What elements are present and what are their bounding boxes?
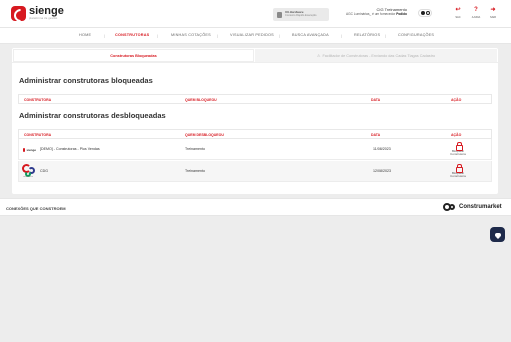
cdg-logo-subtext: construtora xyxy=(23,176,34,178)
user-company-highlight: Podido xyxy=(396,11,407,16)
blocked-section-title: Administrar construtoras bloqueadas xyxy=(19,76,153,85)
help-label: AJUDA xyxy=(471,16,481,19)
builder-logo: construtora xyxy=(22,164,38,178)
sac-icon: ↩ xyxy=(455,7,461,13)
nav-busca-avancada[interactable]: BUSCA AVANÇADA xyxy=(292,33,329,37)
nav-separator: | xyxy=(157,33,159,38)
col-action: AÇÃO xyxy=(451,133,462,137)
col-date: DATA xyxy=(371,98,381,102)
table-row: construtora CDG Treinamento 12/08/2023 B… xyxy=(18,161,492,182)
footer: CONEXÕES QUE CONSTROEM Construmarket xyxy=(0,198,511,216)
chat-button[interactable] xyxy=(490,227,505,242)
main-nav: HOME | CONSTRUTORAS | MINHAS COTAÇÕES | … xyxy=(0,28,511,44)
sienge-mini-icon xyxy=(23,147,26,152)
sienge-logo[interactable]: sienge plataforma de gestão xyxy=(11,6,64,21)
col-date: DATA xyxy=(371,133,381,137)
col-builder: CONSTRUTORA xyxy=(24,98,52,102)
col-who-unblocked: QUEM DESBLOQUEOU xyxy=(185,133,224,137)
logout-icon: ➜ xyxy=(490,7,496,13)
toggle-dot-icon xyxy=(421,11,425,15)
sac-button[interactable]: ↩ SAC xyxy=(451,7,465,20)
unblocked-by: Treinamento xyxy=(185,147,206,151)
tabs: Construtoras Bloqueadas ⚠ Facilitador de… xyxy=(12,48,498,63)
logo-text: sienge xyxy=(29,5,64,17)
block-sublabel: Construtora xyxy=(450,174,466,179)
table-row: sienge [DEMO] - Construtoras - Plus Vend… xyxy=(18,139,492,160)
logout-label: SAIR xyxy=(489,16,497,19)
col-action: AÇÃO xyxy=(451,98,462,102)
construmarket-logo-icon xyxy=(443,203,457,211)
nav-construtoras[interactable]: CONSTRUTORAS xyxy=(115,33,149,37)
nav-separator: | xyxy=(217,33,219,38)
environment-badge[interactable]: Ult.Hardware Contexto Rápido Execução xyxy=(273,8,329,21)
construmarket-logo[interactable]: Construmarket xyxy=(443,203,502,211)
sac-label: SAC xyxy=(455,16,461,19)
tab-builder-facilitator[interactable]: ⚠ Facilitador de Construtoras - Enviando… xyxy=(255,49,497,62)
lock-icon xyxy=(455,142,463,151)
unblock-date: 11/08/2023 xyxy=(373,147,391,151)
unblocked-by: Treinamento xyxy=(185,169,206,173)
help-button[interactable]: ? AJUDA xyxy=(469,7,483,20)
user-company: AGC Luminárias_ é um fornecedor Podido xyxy=(346,11,407,17)
building-icon xyxy=(277,11,282,18)
toggle-ring-icon xyxy=(426,11,430,15)
nav-separator: | xyxy=(104,33,106,38)
top-bar: sienge plataforma de gestão Ult.Hardware… xyxy=(0,0,511,28)
nav-separator: | xyxy=(341,33,343,38)
user-company-prefix: AGC Luminárias_ é um fornecedor xyxy=(346,11,396,16)
lock-icon xyxy=(455,164,463,173)
sienge-mini-text: sienge xyxy=(26,147,36,152)
logo-subtitle: plataforma de gestão xyxy=(29,17,58,20)
nav-relatorios[interactable]: RELATÓRIOS xyxy=(354,33,380,37)
nav-separator: | xyxy=(385,33,387,38)
chat-bubble-icon xyxy=(494,232,501,239)
builder-name: CDG xyxy=(40,169,48,173)
block-builder-button[interactable]: Bloquear Construtora xyxy=(443,164,473,179)
builder-logo: sienge xyxy=(23,147,36,152)
warning-icon: ⚠ xyxy=(316,53,321,58)
nav-minhas-cotacoes[interactable]: MINHAS COTAÇÕES xyxy=(171,33,211,37)
unblocked-table-header: CONSTRUTORA QUEM DESBLOQUEOU DATA AÇÃO xyxy=(18,129,492,139)
sienge-mini-logo: sienge xyxy=(23,147,36,152)
nav-visualizar-pedidos[interactable]: VISUALIZAR PEDIDOS xyxy=(230,33,274,37)
environment-subtitle: Contexto Rápido Execução xyxy=(285,14,317,18)
unblock-date: 12/08/2023 xyxy=(373,169,391,173)
help-icon: ? xyxy=(474,7,478,13)
nav-separator: | xyxy=(279,33,281,38)
col-who-blocked: QUEM BLOQUEOU xyxy=(185,98,217,102)
nav-home[interactable]: HOME xyxy=(79,33,91,37)
construmarket-toggle[interactable] xyxy=(418,9,432,17)
sienge-logo-icon xyxy=(11,6,26,21)
footer-slogan: CONEXÕES QUE CONSTROEM xyxy=(6,206,66,211)
user-info: CIG Treinamento AGC Luminárias_ é um for… xyxy=(346,7,407,17)
builders-panel: Construtoras Bloqueadas ⚠ Facilitador de… xyxy=(12,48,498,194)
block-sublabel: Construtora xyxy=(450,152,466,157)
cdg-logo: construtora xyxy=(22,164,38,178)
nav-configuracoes[interactable]: CONFIGURAÇÕES xyxy=(398,33,434,37)
block-builder-button[interactable]: Bloquear Construtora xyxy=(443,142,473,157)
builder-name: [DEMO] - Construtoras - Plus Vendas xyxy=(40,147,100,151)
col-builder: CONSTRUTORA xyxy=(24,133,52,137)
logout-button[interactable]: ➜ SAIR xyxy=(486,7,500,20)
unblocked-section-title: Administrar construtoras desbloqueadas xyxy=(19,111,166,120)
construmarket-brand: Construmarket xyxy=(459,204,502,210)
tab-blocked-builders[interactable]: Construtoras Bloqueadas xyxy=(13,49,254,62)
blocked-table-header: CONSTRUTORA QUEM BLOQUEOU DATA AÇÃO xyxy=(18,94,492,104)
tab-builder-facilitator-label: Facilitador de Construtoras - Enviando d… xyxy=(322,53,436,58)
